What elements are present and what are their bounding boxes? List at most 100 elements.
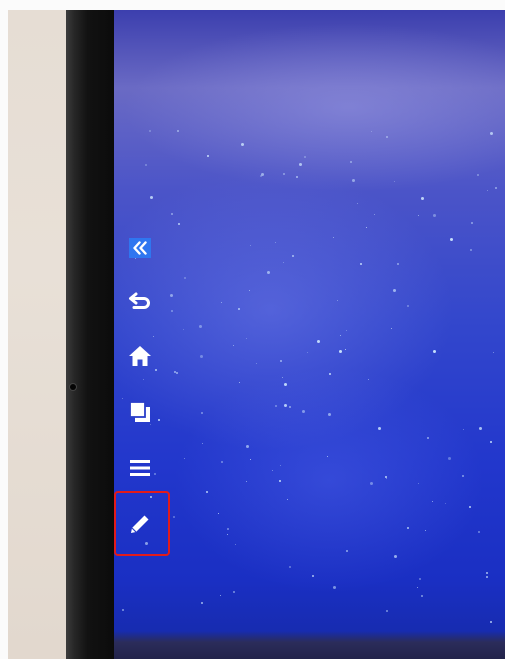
wall: [8, 10, 66, 659]
star: [328, 413, 331, 416]
star: [339, 350, 342, 353]
star: [292, 255, 294, 257]
star: [218, 513, 219, 514]
star: [386, 610, 388, 612]
star: [287, 499, 288, 500]
star: [370, 482, 373, 485]
display-screen-wallpaper: [114, 10, 505, 659]
star: [238, 308, 240, 310]
star: [275, 242, 276, 243]
star: [391, 328, 392, 329]
star: [393, 289, 396, 292]
star: [333, 237, 334, 238]
star: [462, 475, 464, 477]
star: [366, 227, 367, 228]
star: [241, 143, 244, 146]
star: [184, 458, 185, 459]
bezel-sensor: [70, 384, 76, 390]
star: [233, 591, 235, 593]
star: [407, 527, 409, 529]
star: [346, 550, 348, 552]
star: [350, 161, 352, 163]
star: [221, 302, 222, 303]
star: [471, 222, 473, 224]
star: [368, 379, 369, 380]
star: [174, 371, 176, 373]
star: [246, 445, 249, 448]
star: [280, 360, 282, 362]
back-button[interactable]: [118, 279, 162, 323]
star: [256, 363, 257, 364]
star: [374, 214, 375, 215]
star: [170, 294, 173, 297]
star: [394, 555, 397, 558]
display-bezel: [66, 10, 114, 659]
star: [357, 203, 358, 204]
star: [249, 290, 250, 291]
star: [171, 310, 173, 312]
star: [201, 602, 203, 604]
star: [345, 349, 346, 350]
star: [450, 238, 453, 241]
star: [199, 325, 202, 328]
star: [299, 163, 302, 166]
star: [279, 480, 281, 482]
star: [145, 164, 147, 166]
selection-highlight-box: [114, 491, 170, 556]
star: [469, 506, 471, 508]
star: [486, 572, 488, 574]
star: [282, 377, 283, 378]
star: [448, 457, 451, 460]
star: [176, 372, 178, 374]
star: [479, 427, 482, 430]
star: [283, 173, 285, 175]
star: [445, 503, 446, 504]
star: [433, 350, 436, 353]
star: [312, 575, 314, 577]
windows-button[interactable]: [118, 390, 162, 434]
star: [418, 483, 419, 484]
star: [337, 300, 338, 301]
star: [397, 263, 399, 265]
star: [178, 223, 180, 225]
double-chevron-left-icon: [129, 238, 151, 258]
star: [419, 578, 421, 580]
collapse-toolbar-button[interactable]: [118, 226, 162, 270]
star: [385, 476, 387, 478]
star: [329, 373, 331, 375]
menu-button[interactable]: [118, 446, 162, 490]
star: [425, 530, 426, 531]
star: [233, 345, 234, 346]
star: [206, 491, 208, 493]
star: [284, 383, 287, 386]
home-button[interactable]: [118, 334, 162, 378]
star: [470, 249, 472, 251]
horizon-silhouette: [114, 631, 505, 659]
star: [378, 427, 381, 430]
star: [171, 213, 173, 215]
star: [184, 277, 186, 279]
star: [239, 382, 240, 383]
star: [201, 412, 203, 414]
star: [260, 175, 262, 177]
star: [246, 338, 247, 339]
star: [340, 335, 341, 336]
star: [360, 263, 362, 265]
star: [275, 405, 277, 407]
star: [250, 459, 251, 460]
star: [227, 534, 228, 535]
star: [250, 245, 251, 246]
star: [221, 461, 223, 463]
star: [122, 609, 124, 611]
multi-window-icon: [129, 401, 151, 423]
star: [317, 340, 320, 343]
star: [407, 305, 409, 307]
star: [421, 197, 424, 200]
star: [143, 379, 144, 380]
star: [490, 132, 493, 135]
star: [495, 187, 497, 189]
star: [432, 501, 433, 502]
star: [493, 352, 494, 353]
star: [490, 621, 492, 623]
star: [302, 410, 305, 413]
